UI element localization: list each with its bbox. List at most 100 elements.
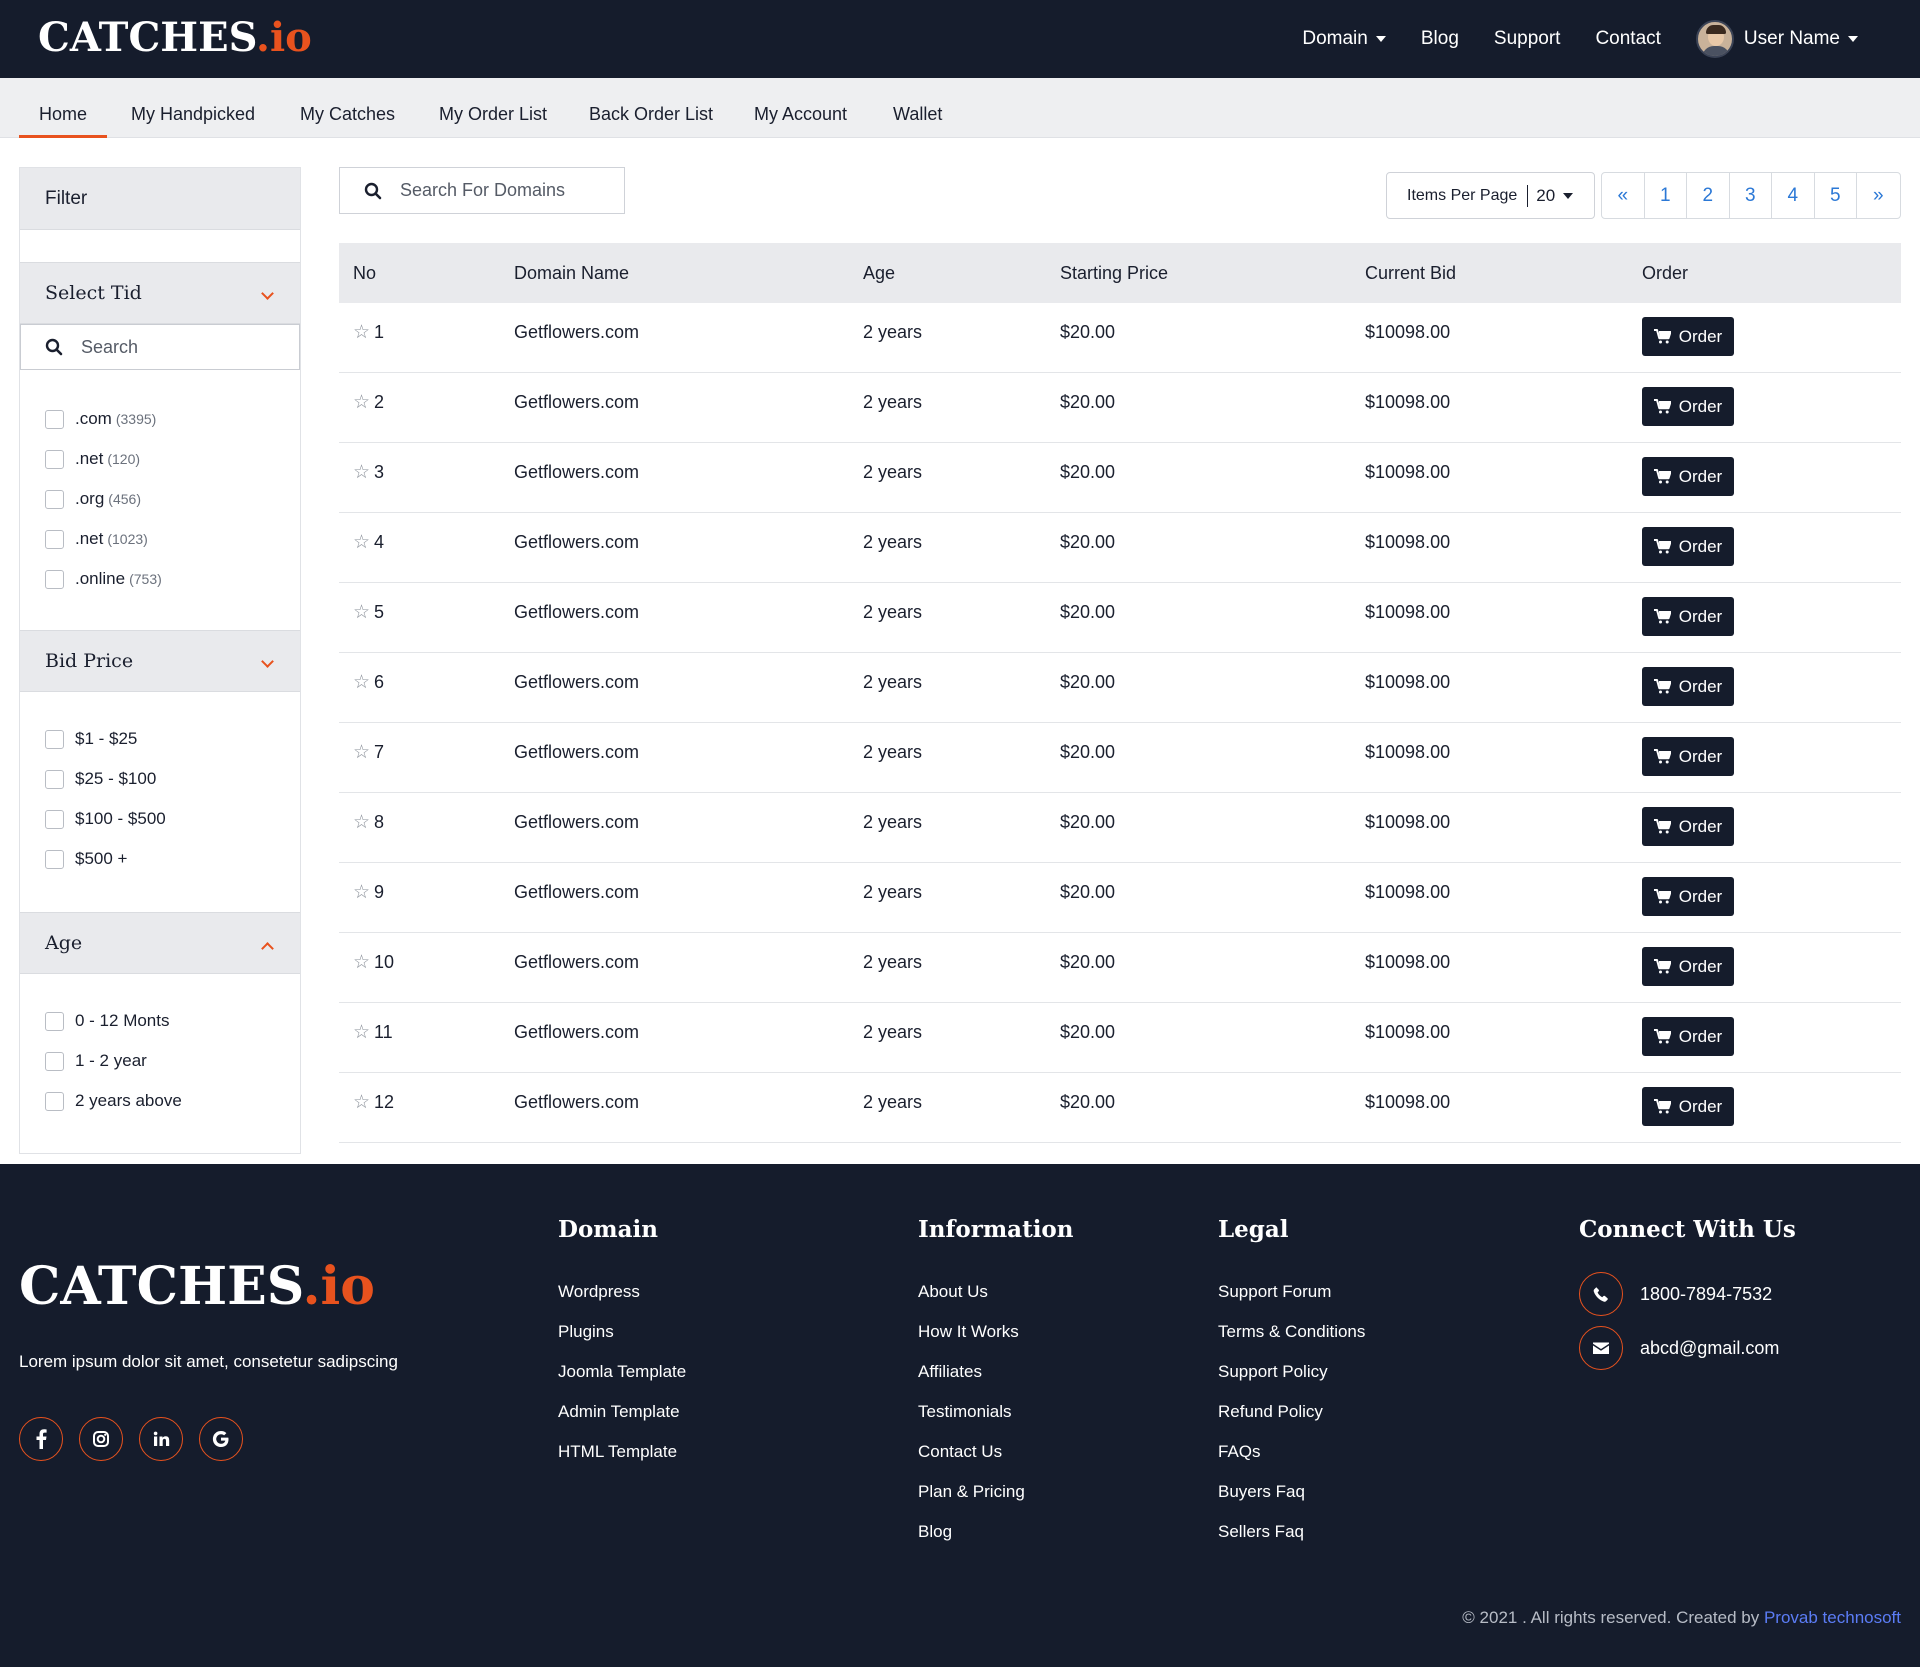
footer-link[interactable]: Wordpress — [558, 1282, 640, 1302]
star-icon[interactable]: ☆ — [353, 321, 370, 344]
checkbox[interactable] — [45, 729, 64, 749]
pagination-prev[interactable]: « — [1602, 173, 1645, 218]
star-icon[interactable]: ☆ — [353, 741, 370, 764]
facebook-icon[interactable] — [19, 1417, 63, 1461]
checkbox[interactable] — [45, 409, 64, 429]
tld-search-input[interactable] — [81, 336, 281, 358]
nav-support[interactable]: Support — [1494, 28, 1561, 50]
domain-search-input[interactable] — [400, 180, 620, 201]
order-button[interactable]: Order — [1642, 1087, 1734, 1126]
order-button[interactable]: Order — [1642, 457, 1734, 496]
star-icon[interactable]: ☆ — [353, 951, 370, 974]
star-icon[interactable]: ☆ — [353, 391, 370, 414]
checkbox[interactable] — [45, 449, 64, 469]
tab-back-order-list[interactable]: Back Order List — [589, 78, 713, 138]
checkbox[interactable] — [45, 1091, 64, 1111]
footer-link[interactable]: About Us — [918, 1282, 988, 1302]
linkedin-icon[interactable] — [139, 1417, 183, 1461]
order-button[interactable]: Order — [1642, 527, 1734, 566]
credit-link[interactable]: Provab technosoft — [1764, 1608, 1901, 1627]
footer-link[interactable]: Plugins — [558, 1322, 614, 1342]
pagination-page[interactable]: 1 — [1645, 173, 1687, 218]
order-button[interactable]: Order — [1642, 947, 1734, 986]
bid-option[interactable]: $500 + — [45, 849, 127, 869]
tld-option[interactable]: .net (120) — [45, 449, 140, 469]
footer-link[interactable]: Blog — [918, 1522, 952, 1542]
tab-home[interactable]: Home — [19, 78, 108, 138]
tld-option[interactable]: .online (753) — [45, 569, 162, 589]
footer-link[interactable]: Joomla Template — [558, 1362, 686, 1382]
footer-link[interactable]: Contact Us — [918, 1442, 1002, 1462]
footer-logo[interactable]: CATCHES.io — [19, 1256, 375, 1317]
star-icon[interactable]: ☆ — [353, 461, 370, 484]
tab-my-handpicked[interactable]: My Handpicked — [131, 78, 255, 138]
age-option[interactable]: 2 years above — [45, 1091, 182, 1111]
footer-link[interactable]: Support Policy — [1218, 1362, 1328, 1382]
footer-link[interactable]: Plan & Pricing — [918, 1482, 1025, 1502]
tld-option[interactable]: .net (1023) — [45, 529, 148, 549]
order-button[interactable]: Order — [1642, 317, 1734, 356]
footer-link[interactable]: Refund Policy — [1218, 1402, 1323, 1422]
tab-my-account[interactable]: My Account — [754, 78, 847, 138]
footer-phone[interactable]: 1800-7894-7532 — [1579, 1272, 1772, 1316]
nav-domain-dropdown[interactable]: Domain — [1302, 28, 1386, 50]
footer-link[interactable]: Buyers Faq — [1218, 1482, 1305, 1502]
footer-link[interactable]: HTML Template — [558, 1442, 677, 1462]
footer-link[interactable]: Admin Template — [558, 1402, 680, 1422]
footer-link[interactable]: Support Forum — [1218, 1282, 1331, 1302]
items-per-page-select[interactable]: Items Per Page 20 — [1386, 172, 1595, 219]
nav-blog[interactable]: Blog — [1421, 28, 1459, 50]
footer-link[interactable]: How It Works — [918, 1322, 1019, 1342]
order-button[interactable]: Order — [1642, 877, 1734, 916]
order-button[interactable]: Order — [1642, 737, 1734, 776]
star-icon[interactable]: ☆ — [353, 1021, 370, 1044]
star-icon[interactable]: ☆ — [353, 671, 370, 694]
checkbox[interactable] — [45, 529, 64, 549]
footer-link[interactable]: Sellers Faq — [1218, 1522, 1304, 1542]
tab-wallet[interactable]: Wallet — [893, 78, 942, 138]
age-option[interactable]: 1 - 2 year — [45, 1051, 147, 1071]
tab-my-catches[interactable]: My Catches — [300, 78, 395, 138]
pagination-page[interactable]: 3 — [1730, 173, 1772, 218]
age-section-toggle[interactable]: Age — [20, 912, 300, 974]
order-button[interactable]: Order — [1642, 597, 1734, 636]
bid-price-section-toggle[interactable]: Bid Price — [20, 630, 300, 692]
tld-option[interactable]: .org (456) — [45, 489, 141, 509]
footer-link[interactable]: Affiliates — [918, 1362, 982, 1382]
order-button[interactable]: Order — [1642, 807, 1734, 846]
checkbox[interactable] — [45, 809, 64, 829]
nav-contact[interactable]: Contact — [1595, 28, 1660, 50]
checkbox[interactable] — [45, 849, 64, 869]
bid-option[interactable]: $100 - $500 — [45, 809, 166, 829]
checkbox[interactable] — [45, 489, 64, 509]
tld-section-toggle[interactable]: Select Tid — [20, 262, 300, 324]
pagination-next[interactable]: » — [1857, 173, 1900, 218]
star-icon[interactable]: ☆ — [353, 811, 370, 834]
brand-logo[interactable]: CATCHES.io — [38, 14, 312, 61]
checkbox[interactable] — [45, 1011, 64, 1031]
bid-option[interactable]: $1 - $25 — [45, 729, 137, 749]
order-button[interactable]: Order — [1642, 1017, 1734, 1056]
user-menu[interactable]: User Name — [1695, 20, 1858, 58]
star-icon[interactable]: ☆ — [353, 531, 370, 554]
footer-email[interactable]: abcd@gmail.com — [1579, 1326, 1779, 1370]
bid-option[interactable]: $25 - $100 — [45, 769, 156, 789]
tab-my-order-list[interactable]: My Order List — [439, 78, 547, 138]
checkbox[interactable] — [45, 569, 64, 589]
google-icon[interactable] — [199, 1417, 243, 1461]
star-icon[interactable]: ☆ — [353, 1091, 370, 1114]
age-option[interactable]: 0 - 12 Monts — [45, 1011, 170, 1031]
order-button[interactable]: Order — [1642, 667, 1734, 706]
checkbox[interactable] — [45, 1051, 64, 1071]
footer-link[interactable]: Terms & Conditions — [1218, 1322, 1365, 1342]
pagination-page[interactable]: 4 — [1772, 173, 1815, 218]
instagram-icon[interactable] — [79, 1417, 123, 1461]
pagination-page[interactable]: 5 — [1815, 173, 1857, 218]
pagination-page[interactable]: 2 — [1687, 173, 1730, 218]
tld-option[interactable]: .com (3395) — [45, 409, 156, 429]
footer-link[interactable]: Testimonials — [918, 1402, 1012, 1422]
star-icon[interactable]: ☆ — [353, 601, 370, 624]
checkbox[interactable] — [45, 769, 64, 789]
star-icon[interactable]: ☆ — [353, 881, 370, 904]
order-button[interactable]: Order — [1642, 387, 1734, 426]
